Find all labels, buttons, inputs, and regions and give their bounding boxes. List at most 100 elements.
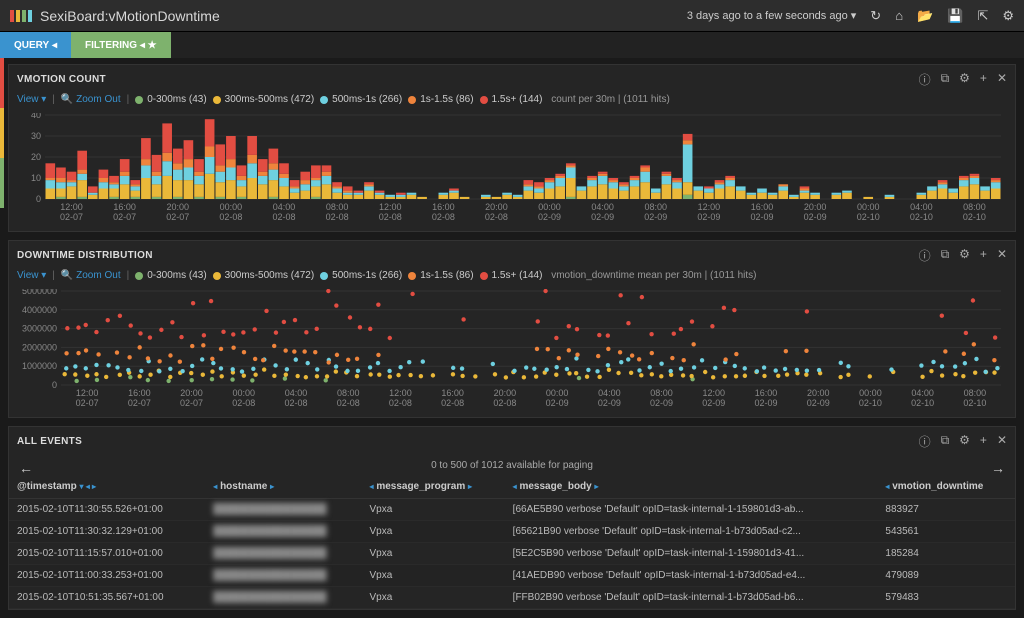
col-hostname[interactable]: ◂ hostname ▸ <box>205 475 361 499</box>
close-icon[interactable]: ✕ <box>997 247 1007 264</box>
panel-tools: ⓘ ⧉ ⚙ + ✕ <box>919 247 1007 264</box>
zoom-out-link[interactable]: 🔍 Zoom Out <box>61 94 121 105</box>
col-program[interactable]: ◂ message_program ▸ <box>362 475 505 499</box>
view-link[interactable]: View ▾ <box>17 270 46 281</box>
table-row[interactable]: 2015-02-10T10:51:35.567+01:00 ██████████… <box>9 587 1015 609</box>
folder-open-icon[interactable]: 📂 <box>917 8 933 24</box>
gear-icon[interactable]: ⚙ <box>1002 8 1014 24</box>
cell-program: Vpxa <box>362 499 505 521</box>
svg-text:2000000: 2000000 <box>22 342 57 352</box>
export-icon[interactable]: ⇱ <box>977 8 988 24</box>
cell-timestamp: 2015-02-10T11:15:57.010+01:00 <box>9 543 205 565</box>
svg-text:12:00: 12:00 <box>379 202 402 212</box>
svg-text:04:00: 04:00 <box>910 202 933 212</box>
svg-text:02-09: 02-09 <box>804 212 827 222</box>
svg-text:20:00: 20:00 <box>804 202 827 212</box>
svg-text:02-09: 02-09 <box>644 212 667 222</box>
svg-text:00:00: 00:00 <box>546 388 569 398</box>
col-body[interactable]: ◂ message_body ▸ <box>505 475 878 499</box>
svg-text:08:00: 08:00 <box>326 202 349 212</box>
copy-icon[interactable]: ⧉ <box>941 71 950 88</box>
view-link[interactable]: View ▾ <box>17 94 46 105</box>
svg-text:02-08: 02-08 <box>337 398 360 408</box>
svg-text:30: 30 <box>31 131 41 141</box>
svg-text:02-07: 02-07 <box>113 212 136 222</box>
chart-controls: View ▾ | 🔍 Zoom Out |0-300ms (43)300ms-5… <box>9 270 1015 285</box>
panel-vmotion-count: VMOTION COUNT ⓘ ⧉ ⚙ + ✕ View ▾ | 🔍 Zoom … <box>8 64 1016 232</box>
col-downtime[interactable]: ◂ vmotion_downtime <box>877 475 1015 499</box>
table-row[interactable]: 2015-02-10T11:00:33.253+01:00 ██████████… <box>9 565 1015 587</box>
save-icon[interactable]: 💾 <box>947 8 963 24</box>
svg-text:02-10: 02-10 <box>857 212 880 222</box>
time-range-picker[interactable]: 3 days ago to a few seconds ago ▾ <box>687 9 856 22</box>
legend-item[interactable]: 300ms-500ms (472) <box>213 94 314 105</box>
tab-query[interactable]: QUERY ◂ <box>0 32 71 58</box>
info-icon[interactable]: ⓘ <box>919 247 931 264</box>
svg-text:20:00: 20:00 <box>494 388 517 398</box>
svg-text:02-08: 02-08 <box>485 212 508 222</box>
svg-text:08:00: 08:00 <box>963 202 986 212</box>
topbar: SexiBoard:vMotionDowntime 3 days ago to … <box>0 0 1024 32</box>
cell-hostname: ████████████████ <box>205 587 361 609</box>
legend-item[interactable]: 1s-1.5s (86) <box>408 270 473 281</box>
svg-text:16:00: 16:00 <box>113 202 136 212</box>
table-row[interactable]: 2015-02-10T11:30:55.526+01:00 ██████████… <box>9 499 1015 521</box>
copy-icon[interactable]: ⧉ <box>941 247 950 264</box>
gear-icon[interactable]: ⚙ <box>959 71 970 88</box>
panel-tools: ⓘ ⧉ ⚙ + ✕ <box>919 433 1007 450</box>
legend-item[interactable]: 1.5s+ (144) <box>480 270 543 281</box>
legend-item[interactable]: 500ms-1s (266) <box>320 270 402 281</box>
svg-text:00:00: 00:00 <box>857 202 880 212</box>
svg-text:20:00: 20:00 <box>180 388 203 398</box>
svg-text:20:00: 20:00 <box>485 202 508 212</box>
plus-icon[interactable]: + <box>980 247 987 264</box>
copy-icon[interactable]: ⧉ <box>941 433 950 450</box>
plus-icon[interactable]: + <box>980 71 987 88</box>
legend-item[interactable]: 1s-1.5s (86) <box>408 94 473 105</box>
page-prev-icon[interactable]: ← <box>19 460 33 476</box>
legend-item[interactable]: 0-300ms (43) <box>135 270 206 281</box>
info-icon[interactable]: ⓘ <box>919 71 931 88</box>
svg-text:5000000: 5000000 <box>22 289 57 296</box>
cell-downtime: 883927 <box>877 499 1015 521</box>
svg-text:20:00: 20:00 <box>167 202 190 212</box>
legend-item[interactable]: 1.5s+ (144) <box>480 94 543 105</box>
svg-text:12:00: 12:00 <box>703 388 726 398</box>
svg-text:4000000: 4000000 <box>22 305 57 315</box>
home-icon[interactable]: ⌂ <box>895 8 903 23</box>
cell-program: Vpxa <box>362 565 505 587</box>
table-row[interactable]: 2015-02-10T11:30:32.129+01:00 ██████████… <box>9 521 1015 543</box>
info-icon[interactable]: ⓘ <box>919 433 931 450</box>
svg-text:02-10: 02-10 <box>963 212 986 222</box>
table-row[interactable]: 2015-02-10T11:15:57.010+01:00 ██████████… <box>9 543 1015 565</box>
close-icon[interactable]: ✕ <box>997 71 1007 88</box>
legend-item[interactable]: 0-300ms (43) <box>135 94 206 105</box>
pager: ← 0 to 500 of 1012 available for paging … <box>9 456 1015 475</box>
cell-timestamp: 2015-02-10T10:51:35.567+01:00 <box>9 587 205 609</box>
plus-icon[interactable]: + <box>980 433 987 450</box>
legend-item[interactable]: 500ms-1s (266) <box>320 94 402 105</box>
svg-text:16:00: 16:00 <box>755 388 778 398</box>
svg-text:00:00: 00:00 <box>233 388 256 398</box>
svg-text:40: 40 <box>31 113 41 120</box>
cell-downtime: 185284 <box>877 543 1015 565</box>
tabbar: QUERY ◂ FILTERING ◂ ★ <box>0 32 1024 58</box>
legend-item[interactable]: 300ms-500ms (472) <box>213 270 314 281</box>
page-next-icon[interactable]: → <box>991 460 1005 476</box>
zoom-out-link[interactable]: 🔍 Zoom Out <box>61 270 121 281</box>
svg-text:16:00: 16:00 <box>441 388 464 398</box>
cell-hostname: ████████████████ <box>205 565 361 587</box>
tab-filtering[interactable]: FILTERING ◂ ★ <box>71 32 171 58</box>
svg-text:12:00: 12:00 <box>698 202 721 212</box>
gear-icon[interactable]: ⚙ <box>959 247 970 264</box>
cell-hostname: ████████████████ <box>205 521 361 543</box>
svg-text:3000000: 3000000 <box>22 324 57 334</box>
vmotion-count-chart[interactable]: 01020304012:0002-0716:0002-0720:0002-070… <box>17 113 1007 223</box>
svg-text:0: 0 <box>52 380 57 390</box>
close-icon[interactable]: ✕ <box>997 433 1007 450</box>
refresh-icon[interactable]: ↻ <box>870 8 881 24</box>
gear-icon[interactable]: ⚙ <box>959 433 970 450</box>
cell-timestamp: 2015-02-10T11:30:55.526+01:00 <box>9 499 205 521</box>
col-timestamp[interactable]: @timestamp ▾ ◂ ▸ <box>9 475 205 499</box>
downtime-dist-chart[interactable]: 01000000200000030000004000000500000012:0… <box>17 289 1007 409</box>
